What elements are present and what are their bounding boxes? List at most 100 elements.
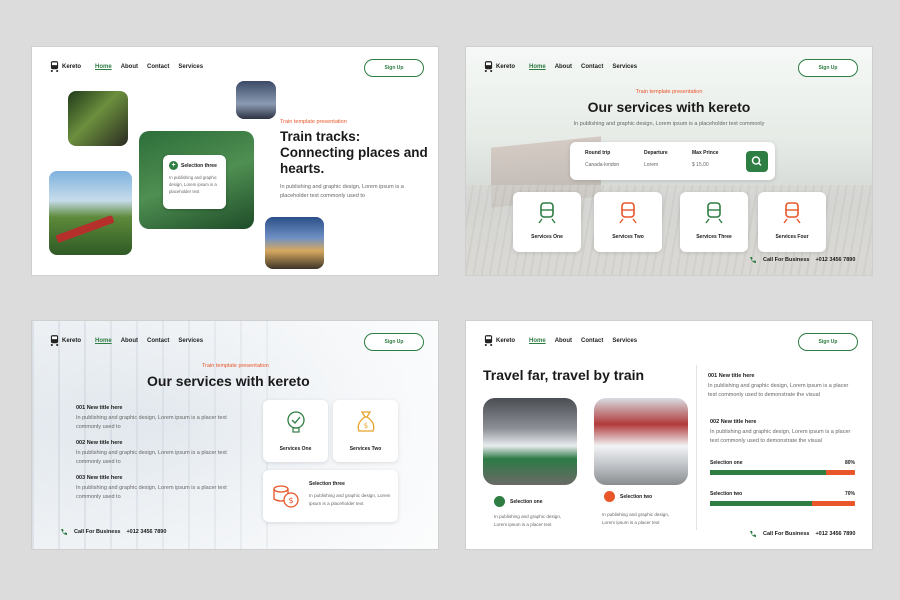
signup-button[interactable]: Sign Up [364, 59, 424, 77]
nav-contact[interactable]: Contact [581, 64, 603, 70]
train-icon [705, 202, 723, 224]
service-card-two[interactable]: $ Services Two [333, 400, 398, 462]
service-card-four[interactable]: Services Four [758, 192, 826, 252]
service-card-one[interactable]: Services One [513, 192, 581, 252]
selection-one-body: In publishing and graphic design, Lorem … [494, 514, 562, 527]
lightbulb-icon [286, 411, 305, 433]
slide-services-search: Kereto Home About Contact Services Sign … [465, 46, 873, 276]
money-bag-icon: $ [357, 411, 374, 432]
nav-about[interactable]: About [555, 64, 572, 70]
nav-contact[interactable]: Contact [147, 338, 169, 344]
train-logo-icon [484, 335, 493, 346]
service-label: Services Two [612, 234, 644, 240]
signup-button[interactable]: Sign Up [798, 333, 858, 351]
progress-bar [710, 470, 855, 475]
forest-train-photo [68, 91, 128, 146]
call-for-business: Call For Business +012 3456 7890 [749, 530, 855, 538]
freight-train-photo [265, 217, 324, 269]
mountain-train-photo [49, 171, 132, 255]
service-label: Services Three [696, 234, 732, 240]
list-item: 002 New title here In publishing and gra… [76, 440, 227, 465]
call-for-business: Call For Business +012 3456 7890 [60, 528, 166, 536]
max-price-field[interactable]: Max Prince $ 15.00 [692, 150, 718, 168]
nav-home[interactable]: Home [95, 338, 112, 344]
slide-title: Our services with kereto [147, 373, 310, 389]
progress-two: Selection two 70% [710, 491, 855, 506]
logo[interactable]: Kereto [484, 335, 515, 346]
train-logo-icon [50, 335, 59, 346]
selection-title: Selection three [181, 162, 217, 169]
slide-title: Train tracks: Connecting places and hear… [280, 129, 428, 176]
train-logo-icon [50, 61, 59, 72]
nav-services[interactable]: Services [178, 64, 203, 70]
signup-button[interactable]: Sign Up [364, 333, 424, 351]
slide-train-tracks: Kereto Home About Contact Services Sign … [31, 46, 439, 276]
nav-services[interactable]: Services [612, 338, 637, 344]
list-item: 003 New title here In publishing and gra… [76, 475, 227, 500]
nav-about[interactable]: About [555, 338, 572, 344]
eyebrow: Train template presentation [280, 119, 347, 125]
top-nav: Kereto Home About Contact Services [484, 335, 646, 346]
green-dot-icon [494, 496, 505, 507]
nav-about[interactable]: About [121, 64, 138, 70]
logo-text: Kereto [62, 63, 82, 70]
slide-title: Travel far, travel by train [483, 367, 645, 383]
selection-body: In publishing and graphic design, Lorem … [169, 175, 217, 194]
service-label: Services One [531, 234, 563, 240]
nav-contact[interactable]: Contact [581, 338, 603, 344]
service-card-three[interactable]: Services Three [680, 192, 748, 252]
logo[interactable]: Kereto [484, 61, 515, 72]
nav-contact[interactable]: Contact [147, 64, 169, 70]
call-for-business: Call For Business +012 3456 7890 [749, 256, 855, 264]
top-nav: Kereto Home About Contact Services [484, 61, 646, 72]
item-one: 001 New title here In publishing and gra… [708, 373, 849, 398]
svg-text:$: $ [288, 496, 293, 505]
phone-icon [61, 529, 67, 536]
divider [696, 365, 697, 530]
round-trip-field[interactable]: Round trip Canada-london [585, 150, 619, 168]
logo[interactable]: Kereto [50, 335, 81, 346]
nav-home[interactable]: Home [529, 338, 546, 344]
orange-dot-icon [604, 491, 615, 502]
slide-subtitle: In publishing and graphic design, Lorem … [573, 121, 765, 127]
plus-icon: + [169, 161, 178, 170]
slide-travel-far: Kereto Home About Contact Services Sign … [465, 320, 873, 550]
departure-field[interactable]: Departure Lorem [644, 150, 668, 168]
search-icon [751, 156, 762, 166]
ice-train-photo [594, 398, 688, 485]
item-two: 002 New title here In publishing and gra… [710, 419, 851, 444]
selection-two-body: In publishing and graphic design, Lorem … [602, 512, 670, 525]
station-photo [236, 81, 276, 119]
selection-card[interactable]: $ Selection three In publishing and grap… [263, 470, 398, 522]
slide-services-list: Kereto Home About Contact Services Sign … [31, 320, 439, 550]
nav-about[interactable]: About [121, 338, 138, 344]
eyebrow: Train template presentation [635, 89, 703, 95]
nav-services[interactable]: Services [612, 64, 637, 70]
progress-one: Selection one 80% [710, 460, 855, 475]
service-card-one[interactable]: Services One [263, 400, 328, 462]
logo-text: Kereto [496, 337, 516, 344]
signup-button[interactable]: Sign Up [798, 59, 858, 77]
high-speed-train-photo [483, 398, 577, 485]
item-list: 001 New title here In publishing and gra… [76, 405, 236, 502]
nav-home[interactable]: Home [529, 64, 546, 70]
nav-services[interactable]: Services [178, 338, 203, 344]
service-card-two[interactable]: Services Two [594, 192, 662, 252]
progress-bar [710, 501, 855, 506]
service-label: Services Four [775, 234, 809, 240]
coins-icon: $ [273, 485, 299, 508]
selection-two: Selection two [604, 491, 652, 502]
train-icon [538, 202, 556, 224]
phone-icon [750, 257, 756, 264]
top-nav: Kereto Home About Contact Services [50, 61, 212, 72]
logo-text: Kereto [496, 63, 516, 70]
top-nav: Kereto Home About Contact Services [50, 335, 212, 346]
selection-card: + Selection three In publishing and grap… [163, 155, 226, 209]
slide-title: Our services with kereto [587, 99, 751, 115]
logo[interactable]: Kereto [50, 61, 81, 72]
selection-one: Selection one [494, 496, 543, 507]
nav-home[interactable]: Home [95, 64, 112, 70]
list-item: 001 New title here In publishing and gra… [76, 405, 227, 430]
search-button[interactable] [746, 151, 768, 172]
search-box: Round trip Canada-london Departure Lorem M… [570, 142, 775, 180]
